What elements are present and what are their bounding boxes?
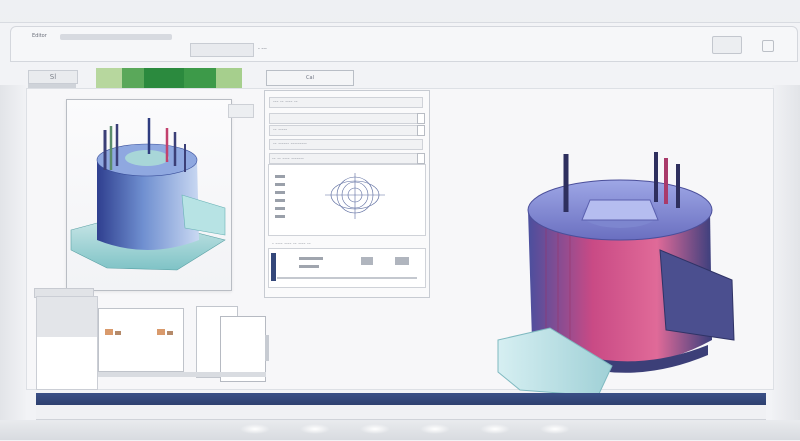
scroll-icon[interactable] [417,153,425,164]
thumbnail-mark [167,331,173,335]
scroll-icon[interactable] [417,113,425,124]
table-cell [395,257,409,265]
table-cell [299,257,323,260]
section-title: -- ------ --------- [273,141,307,147]
top-field-label: - --- [258,46,267,52]
table-cell [361,257,373,265]
thumbnail-mark [115,331,121,335]
layers-panel [36,296,98,390]
table-caption: - ---- ---- -- ---- -- [272,241,311,247]
technical-drawing[interactable] [268,164,426,236]
table-cell [299,265,319,268]
table-accent [271,253,276,281]
model-render-small [70,118,226,271]
drawing-svg [275,173,385,219]
bezel-left [0,85,26,420]
status-bar-lower [36,405,766,420]
thumbnail-strip [98,372,266,377]
window-control-button[interactable] [712,36,742,54]
status-bar [36,393,766,405]
dock-light [300,424,330,434]
dock-light [240,424,270,434]
viewport-tab[interactable] [228,104,254,118]
model-viewport[interactable] [66,99,232,291]
menu-bar[interactable] [60,34,172,40]
toolbar-label[interactable]: Sl [28,70,78,84]
window-title: Editor [32,33,47,39]
close-icon[interactable] [762,40,774,52]
thumbnail-card[interactable] [98,308,184,372]
panel-fill [37,297,97,337]
dock-light [360,424,390,434]
table-rule [277,277,417,279]
model-render-large [497,152,735,397]
dock [0,420,800,440]
data-table [268,248,426,288]
dock-light [420,424,450,434]
thumbnail-mark [105,329,113,335]
window-titlebar [10,26,798,62]
dock-light [480,424,510,434]
thumbnail-scroll [265,335,269,361]
dock-light [540,424,570,434]
property-row[interactable] [269,113,423,124]
scroll-icon[interactable] [417,125,425,136]
property-row-label: --- -- ---- -- [273,99,298,105]
bezel-right [772,85,800,420]
toolbar-button[interactable]: Cal [266,70,354,86]
top-field[interactable] [190,43,254,57]
thumbnail-mark [157,329,165,335]
property-row[interactable] [269,125,423,136]
drawing-caption: -- -- ---- ------- [272,156,304,162]
property-row-label: -- ----- [273,127,288,133]
